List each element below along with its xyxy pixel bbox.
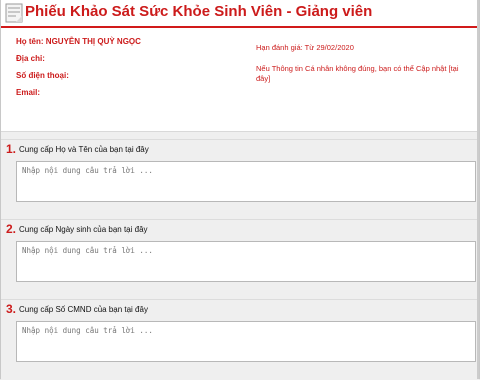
scrollbar[interactable] — [477, 0, 479, 379]
name-value: NGUYỄN THỊ QUỲ NGỌC — [45, 37, 141, 46]
page-title: Phiếu Khảo Sát Sức Khỏe Sinh Viên - Giản… — [25, 3, 373, 20]
question-1: 1. Cung cấp Họ và Tên của bạn tại đây — [1, 139, 479, 220]
question-text: Cung cấp Ngày sinh của bạn tại đây — [19, 225, 148, 234]
update-note-link[interactable]: Nếu Thông tin Cá nhân không đúng, bạn có… — [256, 64, 461, 84]
answer-field-1[interactable] — [16, 161, 476, 202]
answer-field-3[interactable] — [16, 321, 476, 362]
email-label: Email: — [16, 88, 41, 97]
question-number: 3. — [6, 302, 17, 316]
question-2: 2. Cung cấp Ngày sinh của bạn tại đây — [1, 219, 479, 300]
deadline-text: Hạn đánh giá: Từ 29/02/2020 — [256, 43, 354, 52]
phone-label: Số điện thoại: — [16, 71, 69, 80]
question-text: Cung cấp Họ và Tên của bạn tại đây — [19, 145, 149, 154]
question-number: 2. — [6, 222, 17, 236]
profile-panel: Họ tên: NGUYỄN THỊ QUỲ NGỌC Địa chỉ: Số … — [1, 28, 479, 131]
name-label: Họ tên: — [16, 37, 44, 46]
question-3: 3. Cung cấp Số CMND của bạn tại đây — [1, 299, 479, 380]
section-divider — [1, 131, 479, 132]
name-row: Họ tên: NGUYỄN THỊ QUỲ NGỌC — [16, 37, 141, 46]
form-document-icon — [5, 3, 23, 23]
title-bar: Phiếu Khảo Sát Sức Khỏe Sinh Viên - Giản… — [1, 0, 479, 28]
answer-field-2[interactable] — [16, 241, 476, 282]
survey-page: Phiếu Khảo Sát Sức Khỏe Sinh Viên - Giản… — [0, 0, 480, 380]
question-text: Cung cấp Số CMND của bạn tại đây — [19, 305, 148, 314]
address-label: Địa chỉ: — [16, 54, 45, 63]
question-number: 1. — [6, 142, 17, 156]
